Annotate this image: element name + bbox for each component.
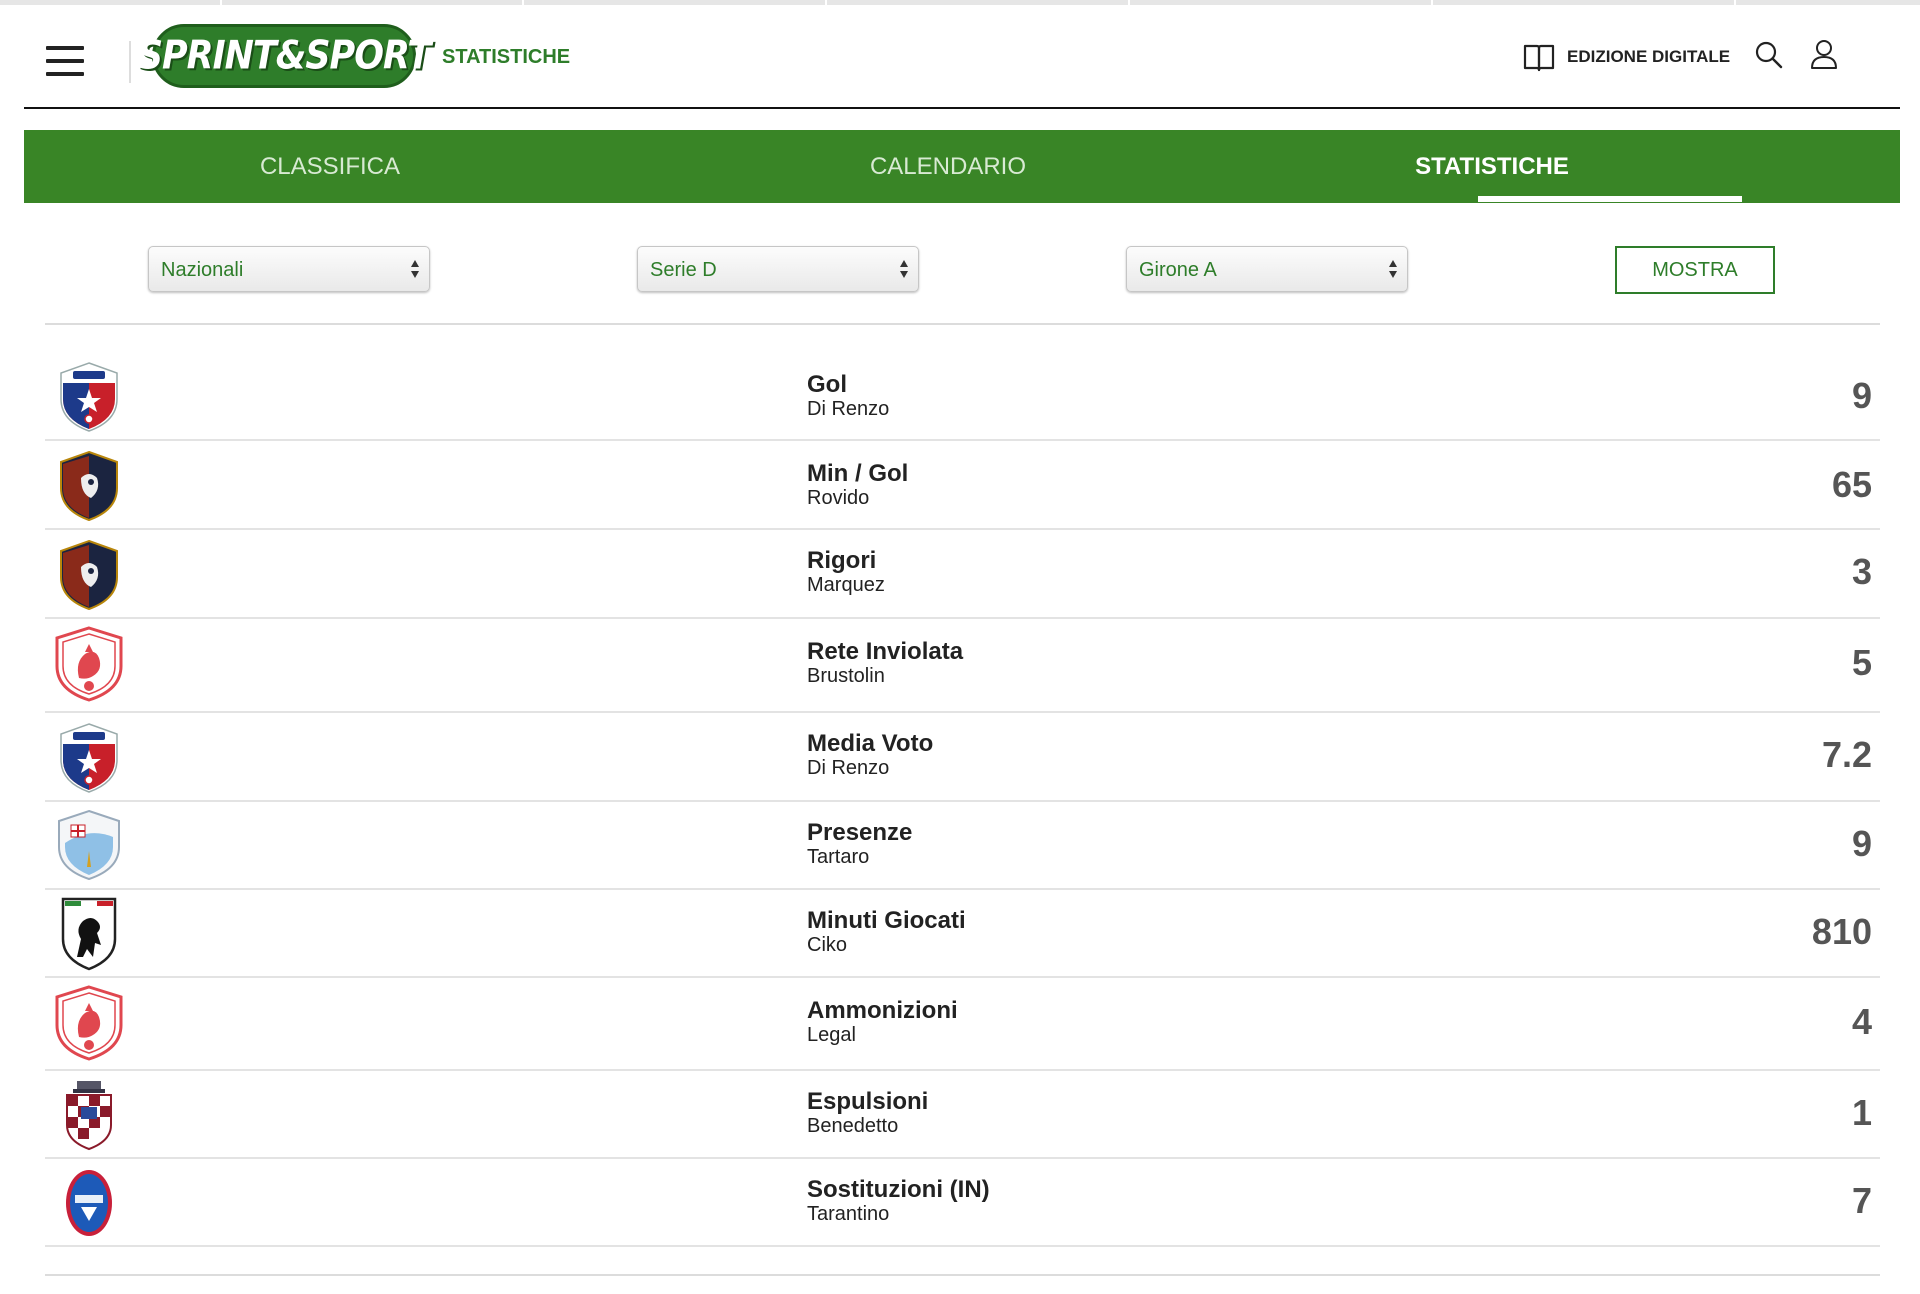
stat-value: 810 [1811,911,1872,952]
stat-value: 9 [1851,823,1872,864]
stat-name: Gol [807,371,847,398]
tab-calendario-label: CALENDARIO [869,152,1027,180]
club-crest-icon [51,1165,127,1241]
stat-row[interactable]: Min / Gol Rovido 65 [45,441,1880,530]
club-crest-icon [51,807,127,883]
section-label[interactable]: STATISTICHE [442,46,570,69]
edizione-digitale-link[interactable]: EDIZIONE DIGITALE [1523,40,1730,74]
edizione-digitale-label: EDIZIONE DIGITALE [1567,47,1731,66]
club-crest-icon [51,985,127,1061]
user-icon[interactable] [1809,38,1839,70]
logo-text: SPRINT&SPORT [137,33,431,79]
stat-value: 65 [1831,464,1872,505]
stat-value: 5 [1851,642,1872,683]
club-crest-icon [51,537,127,613]
book-icon [1523,44,1555,72]
tab-classifica[interactable]: CLASSIFICA [24,130,636,203]
stat-row[interactable]: Gol Di Renzo 9 [45,350,1880,441]
select-arrows-icon [411,260,419,278]
search-icon[interactable] [1754,40,1784,70]
stat-value: 1 [1851,1092,1872,1133]
club-crest-icon [51,1077,127,1153]
select-arrows-icon [1389,260,1397,278]
club-crest-icon [51,720,127,796]
club-crest-icon [51,626,127,702]
stat-value: 7.2 [1821,734,1872,775]
player-name[interactable]: Rovido [807,487,908,509]
stat-name: Min / Gol [807,460,909,487]
stat-name: Presenze [807,819,913,846]
mostra-button[interactable]: MOSTRA [1615,246,1775,294]
group-select-value: Girone A [1139,259,1217,281]
player-name[interactable]: Tarantino [807,1203,990,1225]
league-select-value: Serie D [650,259,717,281]
site-header: SPRINT&SPORT STATISTICHE EDIZIONE DIGITA… [24,5,1900,109]
club-crest-icon [51,895,127,971]
tab-statistiche[interactable]: STATISTICHE [1260,130,1920,203]
select-arrows-icon [900,260,908,278]
stat-name: Minuti Giocati [807,907,966,934]
player-name[interactable]: Benedetto [807,1115,928,1137]
site-logo[interactable]: SPRINT&SPORT [138,24,431,88]
stat-value: 3 [1851,551,1872,592]
header-divider [129,41,131,83]
stat-row[interactable]: Rete Inviolata Brustolin 5 [45,619,1880,713]
stat-name: Media Voto [807,730,934,757]
stat-row[interactable]: Espulsioni Benedetto 1 [45,1071,1880,1159]
stat-row[interactable]: Ammonizioni Legal 4 [45,978,1880,1071]
tab-classifica-label: CLASSIFICA [259,152,401,180]
club-crest-icon [51,448,127,524]
stat-row[interactable]: Media Voto Di Renzo 7.2 [45,713,1880,802]
stat-value: 4 [1851,1001,1872,1042]
player-name[interactable]: Legal [807,1024,958,1046]
category-select[interactable]: Nazionali [148,246,430,292]
stat-name: Espulsioni [807,1088,929,1115]
player-name[interactable]: Di Renzo [807,757,933,779]
stat-row[interactable]: Sostituzioni (IN) Tarantino 7 [45,1159,1880,1247]
stat-row[interactable]: Presenze Tartaro 9 [45,802,1880,890]
stat-name: Rigori [807,547,877,574]
stat-row[interactable]: Minuti Giocati Ciko 810 [45,890,1880,978]
player-name[interactable]: Tartaro [807,846,912,868]
page: SPRINT&SPORT STATISTICHE EDIZIONE DIGITA… [0,0,1920,1294]
player-name[interactable]: Brustolin [807,665,963,687]
stat-value: 7 [1851,1180,1872,1221]
player-name[interactable]: Di Renzo [807,398,889,420]
stat-row[interactable]: Rigori Marquez 3 [45,530,1880,619]
club-crest-icon [51,359,127,435]
filters-divider [45,323,1880,325]
stat-name: Rete Inviolata [807,638,964,665]
player-name[interactable]: Marquez [807,574,885,596]
mostra-button-label: MOSTRA [1652,258,1738,281]
league-select[interactable]: Serie D [637,246,919,292]
player-name[interactable]: Ciko [807,934,966,956]
stat-value: 9 [1851,375,1872,416]
stat-name: Sostituzioni (IN) [807,1176,990,1203]
hamburger-menu-icon[interactable] [46,46,84,76]
stats-tab-bar: CLASSIFICA CALENDARIO STATISTICHE [24,130,1900,203]
list-bottom-divider [45,1274,1880,1276]
tab-statistiche-label: STATISTICHE [1415,152,1569,180]
active-tab-underline [1478,196,1742,202]
stat-name: Ammonizioni [807,997,958,1024]
category-select-value: Nazionali [161,259,244,281]
group-select[interactable]: Girone A [1126,246,1408,292]
